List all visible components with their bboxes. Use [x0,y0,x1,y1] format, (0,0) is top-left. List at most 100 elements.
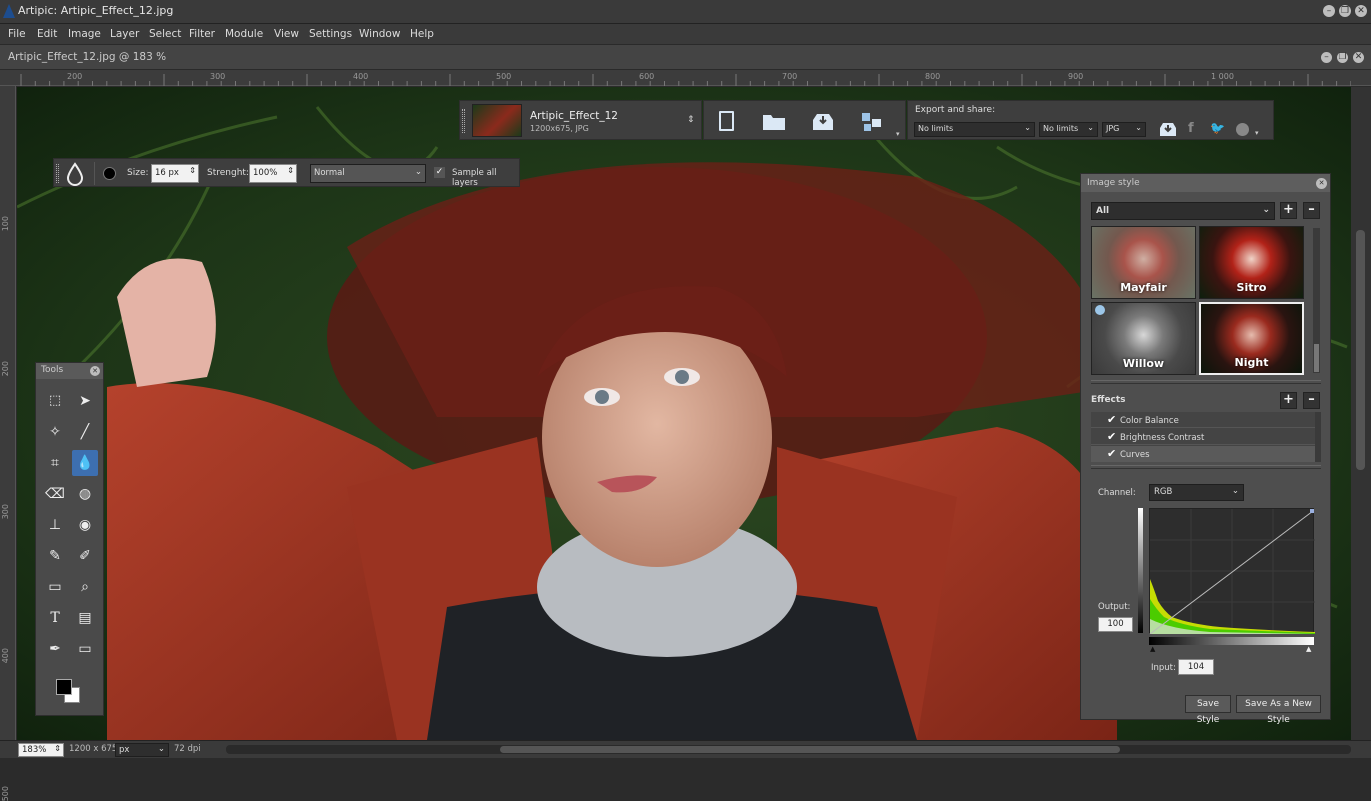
size-input[interactable]: 16 px ⇕ [151,164,199,183]
close-icon[interactable]: ✕ [1355,5,1367,17]
menu-select[interactable]: Select [149,28,181,40]
file-switch-icon[interactable]: ⇕ [687,115,695,125]
menu-help[interactable]: Help [410,28,434,40]
menu-filter[interactable]: Filter [189,28,215,40]
eyedropper-icon[interactable]: ✎ [42,543,68,569]
image-style-close-icon[interactable]: ✕ [1316,178,1327,189]
stamp-icon[interactable]: ⊥ [42,512,68,538]
rect-select-icon[interactable]: ⬚ [42,388,68,414]
unit-select[interactable]: px ⌄ [115,743,169,757]
style-thumb-sitro[interactable]: Sitro [1199,226,1304,299]
more-share-icon[interactable] [1236,123,1249,136]
file-actions-toolbar: ▾ [703,100,906,140]
blur-drop-icon[interactable]: 💧 [72,450,98,476]
grip-handle[interactable] [56,164,59,183]
shape-rect-icon[interactable]: ▭ [72,636,98,662]
list-item[interactable]: ✔ Color Balance [1091,412,1315,428]
fill-bucket-icon[interactable]: ▭ [42,574,68,600]
red-eye-icon[interactable]: ◉ [72,512,98,538]
grip-handle[interactable] [462,109,465,133]
style-thumb-mayfair[interactable]: Mayfair [1091,226,1196,299]
sample-all-layers-checkbox[interactable]: ✓ [434,167,445,179]
black-point-slider-icon[interactable]: ▲ [1150,645,1155,653]
style-thumb-willow[interactable]: Willow [1091,302,1196,375]
brush-icon[interactable]: ╱ [72,419,98,445]
facebook-icon[interactable]: f [1188,121,1194,136]
style-filter-value: All [1096,206,1110,216]
chevron-down-icon: ⌄ [414,167,422,177]
twitter-icon[interactable]: 🐦 [1210,121,1225,135]
ruler-top-label: 900 [1068,72,1084,81]
menu-view[interactable]: View [274,28,299,40]
channel-select[interactable]: RGB ⌄ [1149,484,1244,501]
export-save-icon[interactable] [1158,120,1178,137]
input-field[interactable]: 104 [1178,659,1214,675]
menu-settings[interactable]: Settings [309,28,352,40]
effects-scrollbar[interactable] [1315,412,1321,462]
blend-mode-select[interactable]: Normal ⌄ [310,164,426,183]
remove-effect-button[interactable]: – [1303,392,1320,409]
new-file-icon[interactable] [719,111,734,131]
minimize-icon[interactable]: – [1323,5,1335,17]
list-item[interactable]: ✔ Curves [1091,446,1315,462]
effects-label: Effects [1091,395,1126,405]
remove-style-button[interactable]: – [1303,202,1320,219]
pen-icon[interactable]: ✒ [42,636,68,662]
quality-limit-select[interactable]: No limits ⌄ [1039,122,1098,137]
checkmark-icon[interactable]: ✔ [1107,430,1116,443]
doc-maximize-icon[interactable]: ❐ [1337,52,1348,63]
share-icon[interactable] [860,111,884,133]
tools-close-icon[interactable]: ✕ [90,366,100,376]
horizontal-scroll-thumb[interactable] [500,746,1120,753]
foreground-color-swatch[interactable] [56,679,72,695]
color-replace-icon[interactable]: ◍ [72,481,98,507]
menu-module[interactable]: Module [225,28,263,40]
menu-image[interactable]: Image [68,28,101,40]
size-limit-select[interactable]: No limits ⌄ [914,122,1035,137]
stepper-icon[interactable]: ⇕ [189,166,196,175]
eraser-icon[interactable]: ⌫ [42,481,68,507]
styles-scroll-thumb[interactable] [1314,344,1319,372]
menu-window[interactable]: Window [359,28,400,40]
white-point-slider-icon[interactable]: ▲ [1306,645,1311,653]
doc-minimize-icon[interactable]: – [1321,52,1332,63]
save-new-style-button[interactable]: Save As a New Style [1236,695,1321,725]
output-input[interactable]: 100 [1098,617,1133,632]
format-select[interactable]: JPG ⌄ [1102,122,1146,137]
checkmark-icon[interactable]: ✔ [1107,447,1116,460]
stepper-icon[interactable]: ⇕ [54,744,61,753]
move-arrow-icon[interactable]: ➤ [72,388,98,414]
share-dropdown-icon[interactable]: ▾ [896,130,900,138]
input-value: 104 [1187,662,1205,672]
open-folder-icon[interactable] [762,111,786,131]
crop-icon[interactable]: ⌗ [42,450,68,476]
text-tool-icon[interactable]: T [42,605,68,631]
vertical-scroll-thumb[interactable] [1356,230,1365,470]
ruler-top-label: 200 [67,72,83,81]
style-filter-select[interactable]: All ⌄ [1091,202,1275,220]
file-name: Artipic_Effect_12 [530,110,618,122]
checkmark-icon[interactable]: ✔ [1107,413,1116,426]
menu-file[interactable]: File [8,28,26,40]
menu-layer[interactable]: Layer [110,28,139,40]
zoom-icon[interactable]: ⌕ [72,574,98,600]
menu-edit[interactable]: Edit [37,28,57,40]
save-icon[interactable] [811,110,835,132]
style-thumb-night[interactable]: Night [1199,302,1304,375]
zoom-input[interactable]: 183% ⇕ [18,743,64,757]
curves-graph[interactable] [1149,508,1315,635]
size-limit-value: No limits [918,124,954,133]
color-picker-icon[interactable]: ✐ [72,543,98,569]
save-style-button[interactable]: Save Style [1185,695,1231,725]
share-dropdown-icon[interactable]: ▾ [1255,129,1259,137]
stepper-icon[interactable]: ⇕ [287,166,294,175]
add-style-button[interactable]: + [1280,202,1297,219]
magic-wand-icon[interactable]: ✧ [42,419,68,445]
maximize-icon[interactable]: ❐ [1339,5,1351,17]
gradient-icon[interactable]: ▤ [72,605,98,631]
add-effect-button[interactable]: + [1280,392,1297,409]
brush-shape-icon[interactable] [103,167,116,180]
strength-input[interactable]: 100% ⇕ [249,164,297,183]
doc-close-icon[interactable]: ✕ [1353,52,1364,63]
list-item[interactable]: ✔ Brightness Contrast [1091,429,1315,445]
